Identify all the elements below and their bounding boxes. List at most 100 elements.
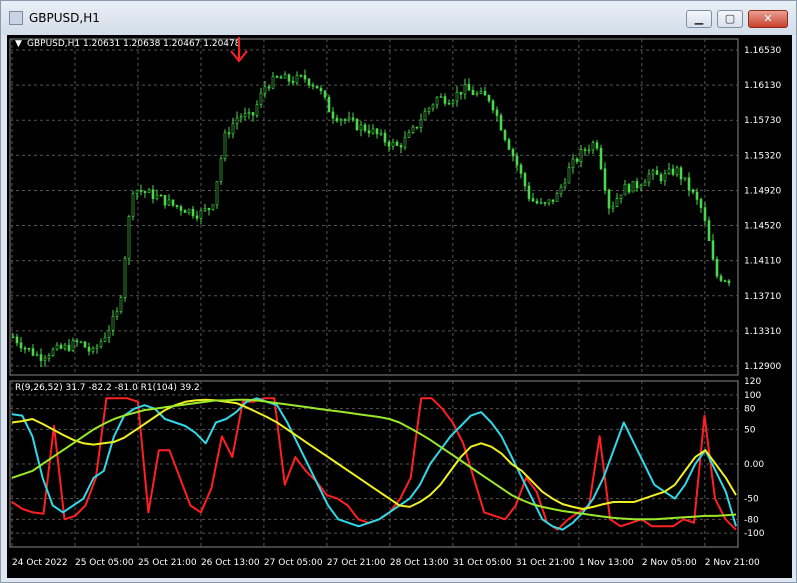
- candle-body: [187, 208, 191, 213]
- candle-body: [131, 193, 135, 217]
- price-axis-label: 1.14110: [744, 257, 781, 267]
- candle-body: [443, 96, 447, 104]
- indicator-axis-label: 50: [744, 425, 756, 435]
- indicator-axis-label: 120: [744, 377, 761, 387]
- candle-body: [75, 340, 79, 343]
- candle-body: [291, 80, 295, 84]
- candle-body: [575, 158, 579, 162]
- candle-body: [235, 117, 239, 125]
- candle-body: [259, 92, 263, 105]
- indicator-axis: 120 100 80 50 0.00 -50 -80 -100: [744, 377, 765, 539]
- candle-body: [507, 139, 511, 150]
- candle-body: [183, 210, 187, 213]
- candle-body: [467, 84, 471, 91]
- candle-body: [135, 190, 139, 194]
- candle-body: [163, 195, 167, 206]
- candle-body: [627, 183, 631, 193]
- candle-body: [647, 173, 651, 183]
- candle-body: [83, 341, 87, 348]
- price-axis-label: 1.15730: [744, 116, 781, 126]
- candle-body: [367, 130, 371, 134]
- candle-body: [687, 177, 691, 191]
- candle-body: [267, 86, 271, 89]
- indicator-axis-label: 0.00: [744, 460, 764, 470]
- candle-body: [351, 117, 355, 120]
- minimize-button[interactable]: ▁: [686, 10, 712, 28]
- candle-body: [487, 94, 491, 102]
- time-axis-label: 25 Oct 05:00: [75, 558, 134, 568]
- title-bar[interactable]: GBPUSD,H1 ▁ ▢ ✕: [1, 1, 796, 35]
- time-axis-label: 27 Oct 05:00: [264, 558, 323, 568]
- candle-body: [555, 193, 559, 202]
- candle-body: [399, 145, 403, 148]
- candle-body: [63, 344, 67, 349]
- candle-body: [95, 346, 99, 349]
- candle-body: [207, 208, 211, 210]
- candle-body: [215, 181, 219, 206]
- candle-body: [115, 311, 119, 317]
- candle-body: [67, 344, 71, 351]
- candle-body: [295, 75, 299, 84]
- indicator-axis-label: 100: [744, 391, 761, 401]
- indicator-axis-label: -50: [744, 495, 759, 505]
- candle-body: [319, 87, 323, 92]
- maximize-button[interactable]: ▢: [717, 10, 743, 28]
- candle-body: [315, 85, 319, 89]
- candle-body: [403, 137, 407, 148]
- candle-body: [587, 149, 591, 152]
- candle-body: [703, 207, 707, 221]
- time-axis-label: 2 Nov 05:00: [642, 558, 697, 568]
- candle-body: [159, 194, 163, 197]
- candle-body: [463, 84, 467, 95]
- candle-body: [531, 198, 535, 202]
- candle-body: [287, 74, 291, 82]
- candle-body: [483, 91, 487, 96]
- price-axis-label: 1.16130: [744, 81, 781, 91]
- candle-body: [655, 170, 659, 175]
- candle-body: [243, 113, 247, 117]
- chart-window: GBPUSD,H1 ▁ ▢ ✕ 1.16530 1.16130 1.15730 1.1…: [0, 0, 797, 583]
- close-button[interactable]: ✕: [748, 10, 788, 28]
- candle-body: [99, 340, 103, 348]
- candle-body: [211, 204, 215, 210]
- candle-body: [275, 76, 279, 78]
- candle-body: [695, 191, 699, 200]
- candle-body: [15, 336, 19, 344]
- candle-body: [247, 112, 251, 115]
- chart-svg[interactable]: 1.16530 1.16130 1.15730 1.15320 1.14920 1.145…: [7, 35, 792, 578]
- candle-body: [303, 75, 307, 80]
- candle-body: [307, 78, 311, 86]
- time-axis-label: 25 Oct 21:00: [138, 558, 197, 568]
- indicator-info: R(9,26,52) 31.7 -82.2 -81.0 R1(104) 39.2: [15, 383, 200, 393]
- candle-body: [643, 181, 647, 186]
- candle-body: [459, 91, 463, 95]
- candle-body: [311, 84, 315, 87]
- candle-body: [167, 199, 171, 206]
- candle-body: [675, 167, 679, 175]
- candle-body: [639, 185, 643, 189]
- price-candles: [11, 69, 731, 368]
- symbol-dropdown-icon[interactable]: ▼: [15, 39, 22, 49]
- candle-body: [155, 194, 159, 200]
- candle-body: [511, 149, 515, 157]
- chart-area[interactable]: 1.16530 1.16130 1.15730 1.15320 1.14920 1.145…: [7, 35, 792, 578]
- candle-body: [335, 117, 339, 122]
- candle-body: [79, 341, 83, 344]
- candle-body: [143, 191, 147, 193]
- indicator-axis-label: -80: [744, 515, 759, 525]
- candle-body: [663, 173, 667, 182]
- candle-body: [679, 167, 683, 180]
- candle-body: [231, 123, 235, 135]
- candle-body: [567, 167, 571, 184]
- candle-body: [91, 347, 95, 352]
- candle-body: [147, 189, 151, 193]
- price-axis-label: 1.12900: [744, 362, 781, 372]
- candle-body: [331, 111, 335, 119]
- candle-body: [523, 173, 527, 187]
- candle-body: [407, 132, 411, 138]
- candle-body: [343, 119, 347, 121]
- candle-body: [411, 126, 415, 133]
- candle-body: [491, 100, 495, 111]
- candle-body: [539, 202, 543, 204]
- candle-body: [23, 347, 27, 350]
